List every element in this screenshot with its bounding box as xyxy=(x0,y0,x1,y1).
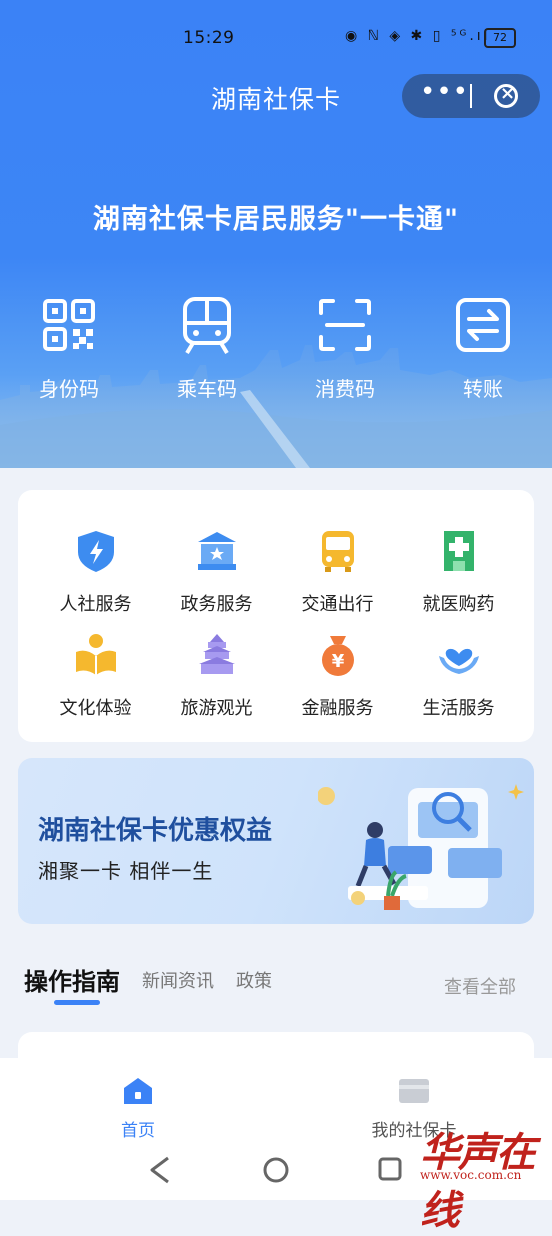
more-button[interactable]: ••• xyxy=(420,77,469,107)
tab-operation-guide[interactable]: 操作指南 xyxy=(24,962,120,997)
transfer-icon xyxy=(456,298,510,352)
quick-action-label: 转账 xyxy=(463,377,503,401)
government-building-icon xyxy=(197,532,236,570)
recents-icon[interactable] xyxy=(378,1157,402,1181)
service-life[interactable]: 生活服务 xyxy=(394,632,523,720)
quick-action-label: 乘车码 xyxy=(177,377,237,401)
service-tourism[interactable]: 旅游观光 xyxy=(152,632,281,720)
service-government[interactable]: 政务服务 xyxy=(152,528,281,616)
watermark-url: www.voc.com.cn xyxy=(420,1168,522,1182)
status-time: 15:29 xyxy=(183,28,235,48)
service-label: 旅游观光 xyxy=(180,698,253,719)
status-icons: ◉ ℕ ◈ ✱ ▯ ⁵ᴳ.ıl xyxy=(345,28,491,44)
service-label: 金融服务 xyxy=(301,698,374,719)
quick-action-transfer[interactable]: 转账 xyxy=(428,295,538,402)
benefits-banner[interactable]: 湖南社保卡优惠权益 湘聚一卡 相伴一生 xyxy=(18,758,534,924)
banner-illustration xyxy=(318,784,524,910)
capsule-divider xyxy=(470,84,472,108)
bus-icon xyxy=(321,531,354,572)
watermark-logo: 华声在线 www.voc.com.cn xyxy=(420,1120,550,1234)
service-label: 交通出行 xyxy=(301,594,374,615)
header: 15:29 ◉ ℕ ◈ ✱ ▯ ⁵ᴳ.ıl 72 湖南社保卡 ••• 湖南社保卡… xyxy=(0,0,552,468)
service-label: 文化体验 xyxy=(59,698,132,719)
back-icon[interactable] xyxy=(150,1156,169,1184)
tab-news[interactable]: 新闻资讯 xyxy=(142,967,214,993)
card-icon xyxy=(399,1079,429,1103)
banner-subtitle: 湘聚一卡 相伴一生 xyxy=(38,859,214,883)
service-transport[interactable]: 交通出行 xyxy=(273,528,402,616)
money-bag-icon: ¥ xyxy=(321,636,354,676)
service-label: 就医购药 xyxy=(422,594,495,615)
status-bar: 15:29 ◉ ℕ ◈ ✱ ▯ ⁵ᴳ.ıl 72 xyxy=(0,22,552,52)
hero-title: 湖南社保卡居民服务"一卡通" xyxy=(92,204,460,235)
quick-action-pay-code[interactable]: 消费码 xyxy=(290,295,400,402)
temple-icon xyxy=(198,634,235,674)
home-circle-icon[interactable] xyxy=(263,1157,289,1183)
battery-indicator: 72 xyxy=(484,28,516,48)
hospital-icon xyxy=(443,531,474,571)
tab-policy[interactable]: 政策 xyxy=(236,967,272,993)
services-grid: 人社服务 政务服务 交通出行 就医购药 文化体验 旅游观光 ¥ 金融服务 生活服… xyxy=(18,490,534,742)
shield-bolt-icon xyxy=(77,531,114,572)
mini-program-capsule: ••• xyxy=(402,74,540,118)
qr-code-icon xyxy=(43,299,95,351)
service-medical[interactable]: 就医购药 xyxy=(394,528,523,616)
nav-item-home[interactable]: 首页 xyxy=(48,1076,228,1141)
quick-action-label: 消费码 xyxy=(315,377,375,401)
quick-action-id-code[interactable]: 身份码 xyxy=(14,295,124,402)
banner-title: 湖南社保卡优惠权益 xyxy=(38,816,273,846)
close-mini-program-button[interactable] xyxy=(494,83,518,108)
svg-text:¥: ¥ xyxy=(331,651,344,672)
scan-icon xyxy=(319,299,371,351)
service-label: 人社服务 xyxy=(59,594,132,615)
see-all-link[interactable]: 查看全部 xyxy=(444,973,516,999)
home-icon xyxy=(124,1078,152,1104)
service-finance[interactable]: ¥ 金融服务 xyxy=(273,632,402,720)
heart-hands-icon xyxy=(438,648,479,674)
quick-action-label: 身份码 xyxy=(39,377,99,401)
train-icon xyxy=(183,297,231,355)
service-culture[interactable]: 文化体验 xyxy=(31,632,160,720)
quick-action-ride-code[interactable]: 乘车码 xyxy=(152,295,262,402)
service-label: 政务服务 xyxy=(180,594,253,615)
reading-icon xyxy=(75,634,116,675)
service-label: 生活服务 xyxy=(422,698,495,719)
active-tab-indicator xyxy=(54,1000,100,1005)
nav-label: 首页 xyxy=(121,1121,155,1141)
service-hr-social[interactable]: 人社服务 xyxy=(31,528,160,616)
